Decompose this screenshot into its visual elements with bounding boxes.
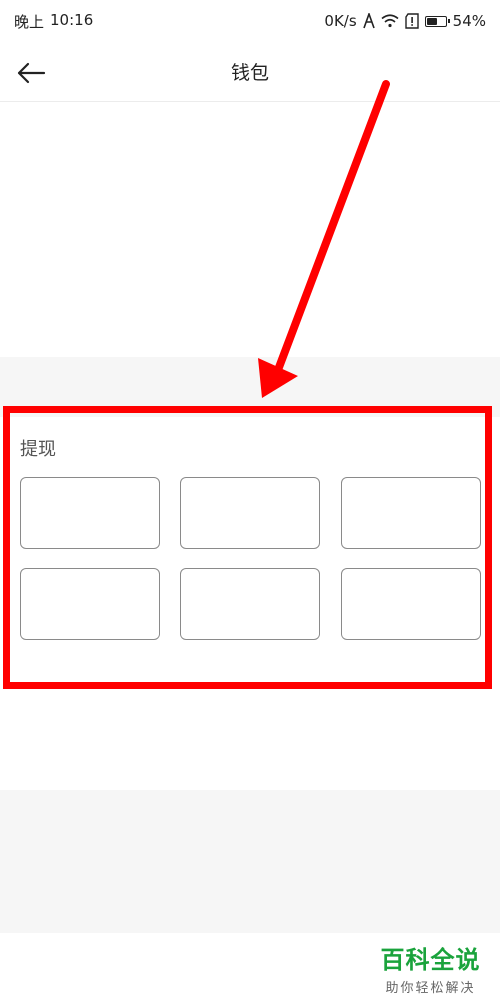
wifi-icon	[381, 14, 399, 28]
withdraw-option-4[interactable]	[20, 568, 160, 640]
withdraw-option-1[interactable]	[20, 477, 160, 549]
withdraw-option-5[interactable]	[180, 568, 320, 640]
battery-percent: 54%	[452, 12, 486, 30]
status-time: 10:16	[50, 10, 94, 29]
time-prefix: 晚上	[14, 12, 45, 31]
withdraw-label: 提现	[20, 439, 56, 460]
back-button[interactable]	[14, 56, 48, 90]
watermark-logo: 百科全说 助你轻松解决	[368, 940, 493, 996]
status-time-group: 晚上 10:16	[14, 11, 93, 32]
battery-fill	[426, 17, 437, 25]
nav-bar: 钱包	[0, 42, 500, 102]
signal-a-icon	[362, 13, 375, 29]
battery-icon	[424, 15, 450, 27]
arrow-left-icon	[17, 62, 46, 84]
withdraw-option-2[interactable]	[180, 477, 320, 549]
watermark-subtitle: 助你轻松解决	[385, 981, 476, 996]
status-indicators: 0K/s 54%	[324, 12, 486, 30]
section-divider-bottom	[0, 790, 500, 933]
sim-alert-icon	[404, 13, 419, 29]
withdraw-section: 提现	[0, 417, 500, 677]
page-title: 钱包	[230, 62, 269, 84]
network-speed: 0K/s	[324, 12, 357, 30]
withdraw-option-3[interactable]	[341, 477, 481, 549]
watermark-title: 百科全说	[380, 946, 481, 974]
section-divider-top	[0, 357, 500, 417]
status-bar: 晚上 10:16 0K/s 54%	[0, 0, 500, 42]
withdraw-option-6[interactable]	[341, 568, 481, 640]
